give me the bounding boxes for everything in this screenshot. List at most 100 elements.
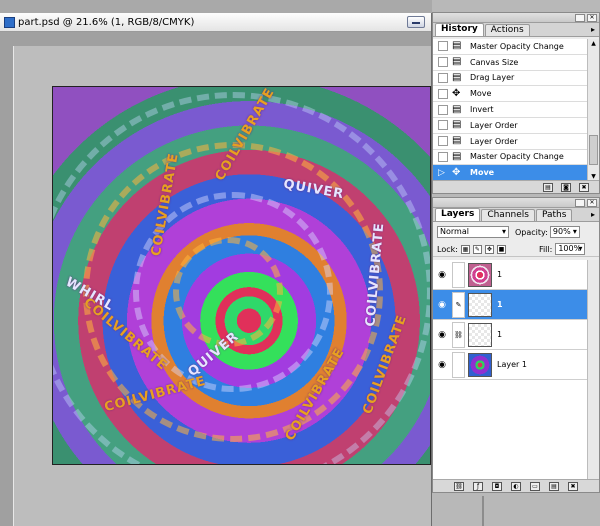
brush-icon[interactable]: ✎ bbox=[452, 291, 465, 318]
history-item[interactable]: ✥ Move bbox=[433, 86, 588, 103]
tab-paths[interactable]: Paths bbox=[535, 209, 573, 221]
layer-row-selected[interactable]: ◉ ✎ 1 bbox=[433, 290, 588, 320]
lock-transparency-icon[interactable]: ▦ bbox=[460, 244, 470, 254]
link-layers-icon[interactable]: ⛓ bbox=[454, 481, 464, 491]
history-item[interactable]: ▤ Drag Layer bbox=[433, 71, 588, 87]
eye-icon[interactable]: ◉ bbox=[435, 270, 449, 280]
layer-thumbnail bbox=[468, 352, 492, 377]
document-icon: ▤ bbox=[452, 119, 462, 131]
minimize-button[interactable] bbox=[407, 16, 425, 28]
lock-label: Lock: bbox=[437, 244, 458, 254]
history-item[interactable]: ▤ Layer Order bbox=[433, 134, 588, 150]
layer-link-slot[interactable] bbox=[452, 261, 465, 288]
tab-layers[interactable]: Layers bbox=[435, 208, 481, 221]
palette-menu-icon[interactable]: ▸ bbox=[591, 210, 595, 219]
history-item[interactable]: ▤ Master Opacity Change bbox=[433, 39, 588, 55]
dock-divider bbox=[482, 496, 484, 526]
lock-row: Lock: ▦ ✎ ✥ ■ Fill: 100% bbox=[433, 242, 599, 257]
document-icon: ▤ bbox=[452, 103, 462, 115]
layer-row[interactable]: ◉ ⛓ 1 bbox=[433, 320, 588, 350]
new-layer-icon[interactable]: ▤ bbox=[549, 481, 559, 491]
layers-palette-grip[interactable]: ✕ bbox=[433, 198, 599, 208]
tab-history[interactable]: History bbox=[435, 23, 484, 36]
palette-minimize-button[interactable] bbox=[575, 199, 585, 207]
history-state-pointer-icon[interactable]: ▷ bbox=[438, 168, 448, 178]
history-item[interactable]: ▤ Invert bbox=[433, 102, 588, 118]
history-item[interactable]: ▤ Layer Order bbox=[433, 118, 588, 134]
layer-list: ◉ 1 ◉ ✎ 1 ◉ ⛓ 1 ◉ Layer 1 bbox=[433, 260, 588, 380]
canvas-area[interactable]: COILVIBRATE QUIVER COILVIBRATE WHIRL COI… bbox=[13, 46, 431, 526]
new-document-from-state-icon[interactable]: ▤ bbox=[543, 182, 553, 192]
history-item[interactable]: ▤ Master Opacity Change bbox=[433, 150, 588, 166]
history-footer: ▤ ◙ ✖ bbox=[433, 180, 599, 193]
layer-link-slot[interactable] bbox=[452, 351, 465, 378]
chain-link-icon[interactable]: ⛓ bbox=[452, 321, 465, 348]
history-snapshot-checkbox[interactable] bbox=[438, 104, 448, 115]
scroll-up-icon[interactable]: ▲ bbox=[589, 39, 598, 49]
trash-icon[interactable]: ✖ bbox=[579, 182, 589, 192]
blend-mode-select[interactable]: Normal bbox=[437, 226, 509, 238]
lock-paint-icon[interactable]: ✎ bbox=[472, 244, 482, 254]
tab-channels[interactable]: Channels bbox=[481, 209, 535, 221]
layer-row[interactable]: ◉ Layer 1 bbox=[433, 350, 588, 380]
document-titlebar[interactable]: part.psd @ 21.6% (1, RGB/8/CMYK) bbox=[0, 13, 431, 32]
layers-scrollbar[interactable] bbox=[587, 260, 599, 488]
layer-row[interactable]: ◉ 1 bbox=[433, 260, 588, 290]
layer-thumbnail bbox=[468, 262, 492, 287]
history-scroll-thumb[interactable] bbox=[589, 135, 598, 165]
layer-name: 1 bbox=[497, 270, 503, 279]
document-window: part.psd @ 21.6% (1, RGB/8/CMYK) COILVIB… bbox=[0, 13, 432, 526]
tab-actions[interactable]: Actions bbox=[484, 24, 530, 36]
layer-name: Layer 1 bbox=[497, 360, 527, 369]
layers-palette: ✕ Layers Channels Paths ▸ Normal Opacity… bbox=[432, 197, 600, 493]
layer-name: 1 bbox=[497, 330, 503, 339]
history-item[interactable]: ▤ Canvas Size bbox=[433, 55, 588, 71]
document-icon: ▤ bbox=[452, 135, 462, 147]
palette-menu-icon[interactable]: ▸ bbox=[591, 25, 595, 34]
document-icon: ▤ bbox=[452, 71, 462, 83]
palette-close-button[interactable]: ✕ bbox=[587, 199, 597, 207]
history-snapshot-checkbox[interactable] bbox=[438, 136, 448, 147]
photoshop-doc-icon bbox=[4, 16, 15, 28]
history-snapshot-checkbox[interactable] bbox=[438, 72, 448, 83]
layer-mask-icon[interactable]: ◘ bbox=[492, 481, 502, 491]
layer-name: 1 bbox=[497, 300, 503, 309]
eye-icon[interactable]: ◉ bbox=[435, 360, 449, 370]
blend-row: Normal Opacity: 90% bbox=[433, 224, 599, 240]
lock-all-icon[interactable]: ■ bbox=[496, 244, 506, 254]
palette-close-button[interactable]: ✕ bbox=[587, 14, 597, 22]
history-snapshot-checkbox[interactable] bbox=[438, 41, 448, 52]
create-snapshot-icon[interactable]: ◙ bbox=[561, 182, 571, 192]
palette-dock: ✕ History Actions ▸ ▤ Master Opacity Chan… bbox=[432, 0, 600, 526]
history-item-selected[interactable]: ▷ ✥ Move bbox=[433, 165, 588, 182]
fill-label: Fill: bbox=[538, 244, 553, 254]
opacity-input[interactable]: 90% bbox=[549, 226, 580, 238]
layer-list-empty-area bbox=[433, 380, 588, 480]
document-title: part.psd @ 21.6% (1, RGB/8/CMYK) bbox=[18, 16, 195, 28]
eye-icon[interactable]: ◉ bbox=[435, 300, 449, 310]
history-snapshot-checkbox[interactable] bbox=[438, 120, 448, 131]
lock-position-icon[interactable]: ✥ bbox=[484, 244, 494, 254]
document-icon: ▤ bbox=[452, 56, 462, 68]
adjustment-layer-icon[interactable]: ◐ bbox=[511, 481, 521, 491]
history-palette-grip[interactable]: ✕ bbox=[433, 13, 599, 23]
history-snapshot-checkbox[interactable] bbox=[438, 151, 448, 162]
layers-footer: ⛓ ƒ ◘ ◐ ▭ ▤ ✖ bbox=[433, 479, 599, 492]
palette-minimize-button[interactable] bbox=[575, 14, 585, 22]
history-scrollbar[interactable]: ▲ ▼ bbox=[587, 39, 599, 182]
history-list: ▤ Master Opacity Change ▤ Canvas Size ▤ Dra… bbox=[433, 39, 588, 182]
opacity-label: Opacity: bbox=[515, 227, 548, 237]
history-snapshot-checkbox[interactable] bbox=[438, 57, 448, 68]
fill-input[interactable]: 100% bbox=[555, 243, 586, 255]
history-snapshot-checkbox[interactable] bbox=[438, 88, 448, 99]
artwork-canvas[interactable]: COILVIBRATE QUIVER COILVIBRATE WHIRL COI… bbox=[52, 86, 431, 465]
layers-tabs: Layers Channels Paths ▸ bbox=[433, 208, 599, 222]
move-tool-icon: ✥ bbox=[452, 166, 461, 178]
history-tabs: History Actions ▸ bbox=[433, 23, 599, 37]
document-icon: ▤ bbox=[452, 40, 462, 52]
document-icon: ▤ bbox=[452, 150, 462, 162]
new-group-icon[interactable]: ▭ bbox=[530, 481, 540, 491]
layer-style-icon[interactable]: ƒ bbox=[473, 481, 483, 491]
eye-icon[interactable]: ◉ bbox=[435, 330, 449, 340]
trash-icon[interactable]: ✖ bbox=[568, 481, 578, 491]
